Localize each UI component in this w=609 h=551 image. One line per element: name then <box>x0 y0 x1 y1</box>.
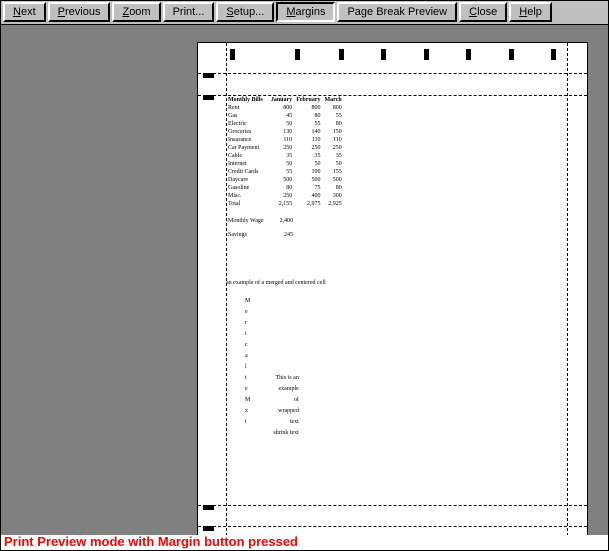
column-width-handle[interactable] <box>424 49 429 60</box>
table-row: Gasoline807580 <box>226 184 344 192</box>
help-button[interactable]: Help <box>509 2 552 22</box>
page-break-preview-button[interactable]: Page Break Preview <box>337 2 457 22</box>
figure-caption: Print Preview mode with Margin button pr… <box>4 534 298 549</box>
table-header: March <box>323 96 344 104</box>
table-header: Monthly Bills <box>226 96 269 104</box>
column-width-handle[interactable] <box>295 49 300 60</box>
margins-button[interactable]: Margins <box>276 2 335 22</box>
table-row: Groceries130140150 <box>226 128 344 136</box>
print-button[interactable]: Print... <box>163 2 215 22</box>
previous-button[interactable]: Previous <box>48 2 111 22</box>
column-width-handle[interactable] <box>551 49 556 60</box>
table-row: Cable353535 <box>226 152 344 160</box>
margin-line-right[interactable] <box>567 43 568 535</box>
column-width-handle[interactable] <box>466 49 471 60</box>
margin-line-top-header[interactable] <box>198 73 587 74</box>
merged-cell-text: an example of a merged and centered cell <box>226 279 567 287</box>
column-width-handle[interactable] <box>230 49 235 60</box>
column-width-handle[interactable] <box>509 49 514 60</box>
table-row: Credit Cards55100155 <box>226 168 344 176</box>
table-row: Misc.250400300 <box>226 192 344 200</box>
next-button[interactable]: Next <box>3 2 46 22</box>
wage-table: Monthly Wage2,400 Savings245 <box>226 217 299 239</box>
preview-page: Monthly BillsJanuaryFebruaryMarch Rent80… <box>197 42 588 535</box>
budget-table: Monthly BillsJanuaryFebruaryMarch Rent80… <box>226 96 344 208</box>
table-row: Gas458055 <box>226 112 344 120</box>
table-header: February <box>294 96 322 104</box>
table-header: January <box>269 96 294 104</box>
wrap-table: MericaltThis is aneexampleMofxwrappedtte… <box>242 295 302 440</box>
zoom-button[interactable]: Zoom <box>112 2 160 22</box>
preview-area: Monthly BillsJanuaryFebruaryMarch Rent80… <box>1 25 608 535</box>
column-width-handle[interactable] <box>381 49 386 60</box>
table-row: Daycare500500500 <box>226 176 344 184</box>
margin-line-bottom[interactable] <box>198 505 587 506</box>
margin-line-bottom-footer[interactable] <box>198 526 587 527</box>
column-width-handle[interactable] <box>339 49 344 60</box>
table-row: Internet505050 <box>226 160 344 168</box>
toolbar: Next Previous Zoom Print... Setup... Mar… <box>1 1 608 25</box>
table-row: Insurance110110110 <box>226 136 344 144</box>
table-row: Car Payment250250250 <box>226 144 344 152</box>
setup-button[interactable]: Setup... <box>216 2 274 22</box>
page-content: Monthly BillsJanuaryFebruaryMarch Rent80… <box>226 96 567 496</box>
table-row: Electric505580 <box>226 120 344 128</box>
close-button[interactable]: Close <box>459 2 507 22</box>
table-row: Total2,1552,9752,925 <box>226 200 344 208</box>
table-row: Rent800800800 <box>226 104 344 112</box>
